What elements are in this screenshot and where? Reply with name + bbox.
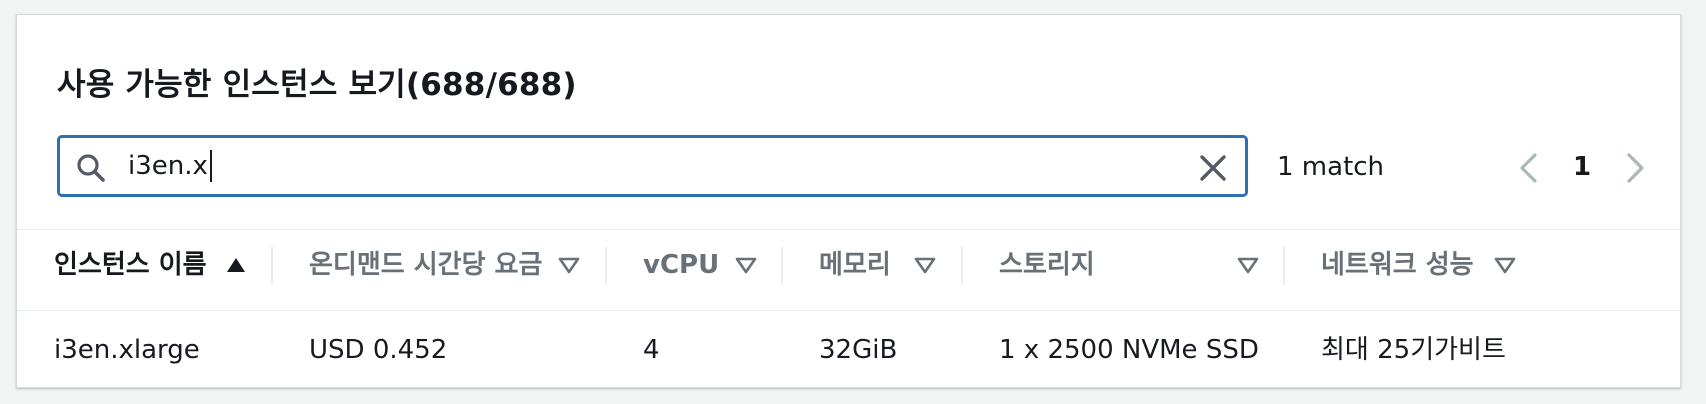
column-divider[interactable] — [781, 247, 783, 285]
column-header-vcpu[interactable]: vCPU — [643, 245, 719, 285]
chevron-left-icon[interactable] — [1515, 151, 1543, 185]
cell-instance-name: i3en.xlarge — [54, 335, 200, 365]
sort-ascending-icon[interactable] — [225, 256, 247, 274]
column-header-on-demand-price[interactable]: 온디맨드 시간당 요금 — [309, 245, 542, 285]
sort-descending-icon[interactable] — [1494, 256, 1516, 274]
cell-storage: 1 x 2500 NVMe SSD — [999, 335, 1259, 365]
table-header-bottom-divider — [17, 310, 1680, 311]
column-divider[interactable] — [961, 247, 963, 285]
cell-on-demand-price: USD 0.452 — [309, 335, 448, 365]
search-input[interactable]: i3en.x — [128, 150, 212, 182]
column-header-memory[interactable]: 메모리 — [819, 245, 891, 285]
current-page-number[interactable]: 1 — [1572, 151, 1592, 183]
clear-icon[interactable] — [1197, 152, 1229, 184]
panel-title: 사용 가능한 인스턴스 보기(688/688) — [57, 67, 577, 103]
search-field[interactable]: i3en.x — [57, 135, 1248, 197]
sort-descending-icon[interactable] — [558, 256, 580, 274]
sort-descending-icon[interactable] — [1237, 256, 1259, 274]
chevron-right-icon[interactable] — [1621, 151, 1649, 185]
search-icon — [77, 154, 105, 182]
column-divider[interactable] — [1283, 247, 1285, 285]
table-header-top-divider — [17, 229, 1680, 230]
column-divider[interactable] — [271, 247, 273, 285]
column-divider[interactable] — [605, 247, 607, 285]
cell-memory: 32GiB — [819, 335, 898, 365]
cell-vcpu: 4 — [643, 335, 660, 365]
cell-network-performance: 최대 25기가비트 — [1321, 335, 1506, 365]
sort-descending-icon[interactable] — [735, 256, 757, 274]
sort-descending-icon[interactable] — [914, 256, 936, 274]
instance-table-panel: 사용 가능한 인스턴스 보기(688/688) i3en.x 1 match 1… — [16, 14, 1681, 388]
column-header-storage[interactable]: 스토리지 — [999, 245, 1095, 285]
match-count: 1 match — [1277, 152, 1385, 182]
column-header-instance-name[interactable]: 인스턴스 이름 — [54, 245, 207, 285]
column-header-network-performance[interactable]: 네트워크 성능 — [1321, 245, 1474, 285]
